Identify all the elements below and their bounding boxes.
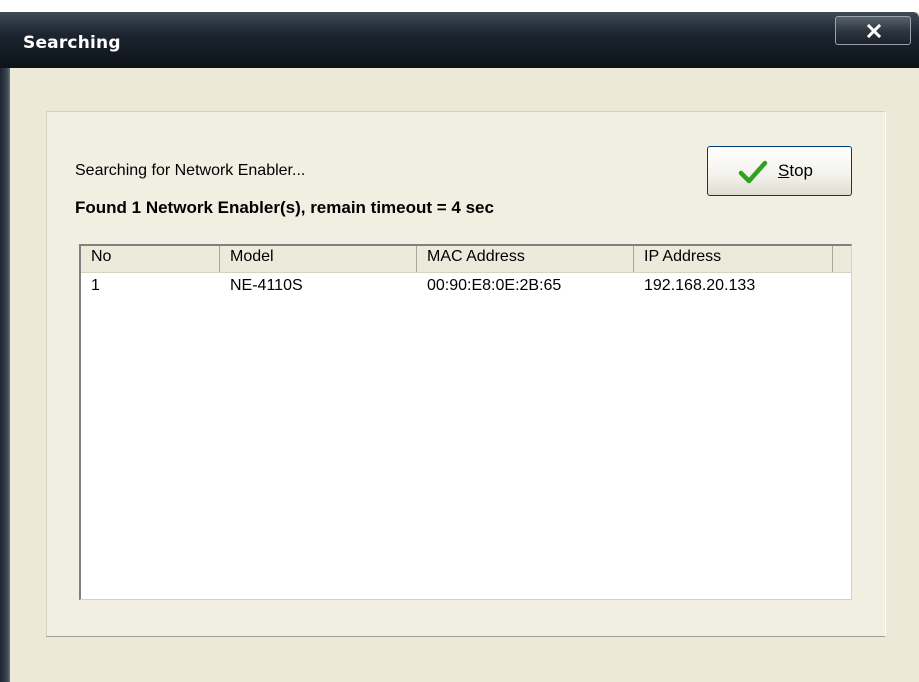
stop-label-rest: top <box>789 161 813 180</box>
found-count-text: Found 1 Network Enabler(s), remain timeo… <box>75 198 494 217</box>
window-frame-edge <box>0 68 10 682</box>
searching-dialog: Searching Searching for Network Enabler.… <box>0 12 919 682</box>
cell-no: 1 <box>91 277 100 294</box>
title-bar[interactable]: Searching <box>0 12 919 68</box>
close-x-icon <box>866 23 882 39</box>
stop-mnemonic: S <box>778 161 790 180</box>
cell-mac-address: 00:90:E8:0E:2B:65 <box>427 277 562 294</box>
close-button[interactable] <box>835 16 911 45</box>
window-title: Searching <box>23 33 121 53</box>
column-header-no[interactable]: No <box>81 246 220 272</box>
device-list[interactable]: No Model MAC Address IP Address 1 NE-411… <box>79 244 852 600</box>
list-header: No Model MAC Address IP Address <box>81 246 851 273</box>
search-status-text: Searching for Network Enabler... <box>75 162 306 179</box>
cell-ip-address: 192.168.20.133 <box>644 277 756 294</box>
cell-model: NE-4110S <box>230 277 303 294</box>
stop-button-label: Stop <box>778 161 813 181</box>
column-header-mac-address[interactable]: MAC Address <box>417 246 634 272</box>
stop-button[interactable]: Stop <box>707 146 852 196</box>
column-header-ip-address[interactable]: IP Address <box>634 246 833 272</box>
checkmark-icon <box>738 160 768 184</box>
search-panel: Searching for Network Enabler... Found 1… <box>46 111 886 637</box>
column-header-model[interactable]: Model <box>220 246 417 272</box>
